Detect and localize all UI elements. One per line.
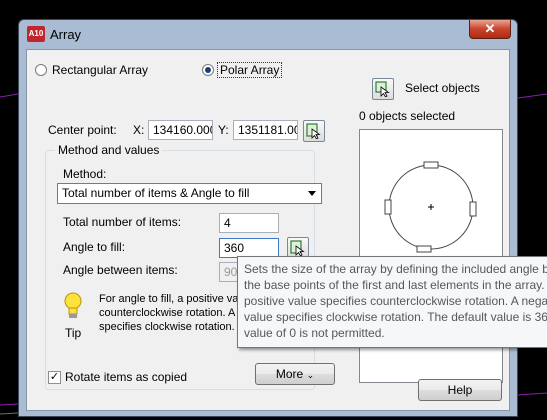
polar-array-label[interactable]: Polar Array (217, 62, 283, 78)
select-objects-label[interactable]: Select objects (405, 81, 480, 95)
angle-fill-input[interactable]: 360 (219, 238, 279, 258)
pick-angle-icon (290, 240, 305, 256)
x-label: X: (133, 123, 145, 137)
method-dropdown[interactable]: Total number of items & Angle to fill (57, 183, 322, 204)
lightbulb-icon (64, 292, 82, 318)
rotate-items-label[interactable]: Rotate items as copied (65, 370, 187, 384)
pick-point-icon (306, 123, 321, 139)
array-dialog: A10 Array ✕ Rectangular Array Polar Arra… (18, 19, 518, 417)
tip-label: Tip (65, 326, 82, 340)
chevron-down-icon (308, 191, 316, 196)
angle-between-label: Angle between items: (63, 263, 178, 277)
total-items-label: Total number of items: (63, 215, 182, 229)
more-button[interactable]: More ⌄ (255, 363, 335, 385)
chevron-down-icon: ⌄ (306, 370, 315, 380)
y-label: Y: (218, 123, 229, 137)
center-x-input[interactable]: 134160.000 (148, 120, 213, 140)
angle-fill-label: Angle to fill: (63, 240, 126, 254)
pick-center-point-button[interactable] (303, 120, 325, 142)
autocad-app-icon: A10 (27, 26, 45, 42)
total-items-input[interactable]: 4 (219, 213, 279, 233)
polar-array-radio[interactable] (202, 64, 214, 76)
dialog-client-area: Rectangular Array Polar Array Select obj… (26, 49, 510, 411)
center-y-input[interactable]: 1351181.000 (233, 120, 298, 140)
help-button[interactable]: Help (418, 379, 502, 401)
method-values-title: Method and values (55, 143, 163, 157)
select-objects-icon (375, 81, 390, 97)
title-bar[interactable]: A10 Array ✕ (19, 20, 517, 48)
objects-selected-status: 0 objects selected (359, 109, 456, 123)
angle-fill-tooltip: Sets the size of the array by defining t… (237, 256, 547, 348)
close-icon[interactable]: ✕ (469, 20, 511, 39)
rectangular-array-label[interactable]: Rectangular Array (52, 63, 148, 77)
center-point-label: Center point: (48, 123, 117, 137)
select-objects-button[interactable] (372, 78, 394, 100)
rectangular-array-radio[interactable] (35, 64, 47, 76)
tip-text: For angle to fill, a positive valu count… (99, 293, 247, 333)
method-label: Method: (63, 167, 107, 181)
rotate-items-checkbox[interactable]: ✓ (48, 371, 61, 384)
window-title: Array (50, 27, 82, 42)
